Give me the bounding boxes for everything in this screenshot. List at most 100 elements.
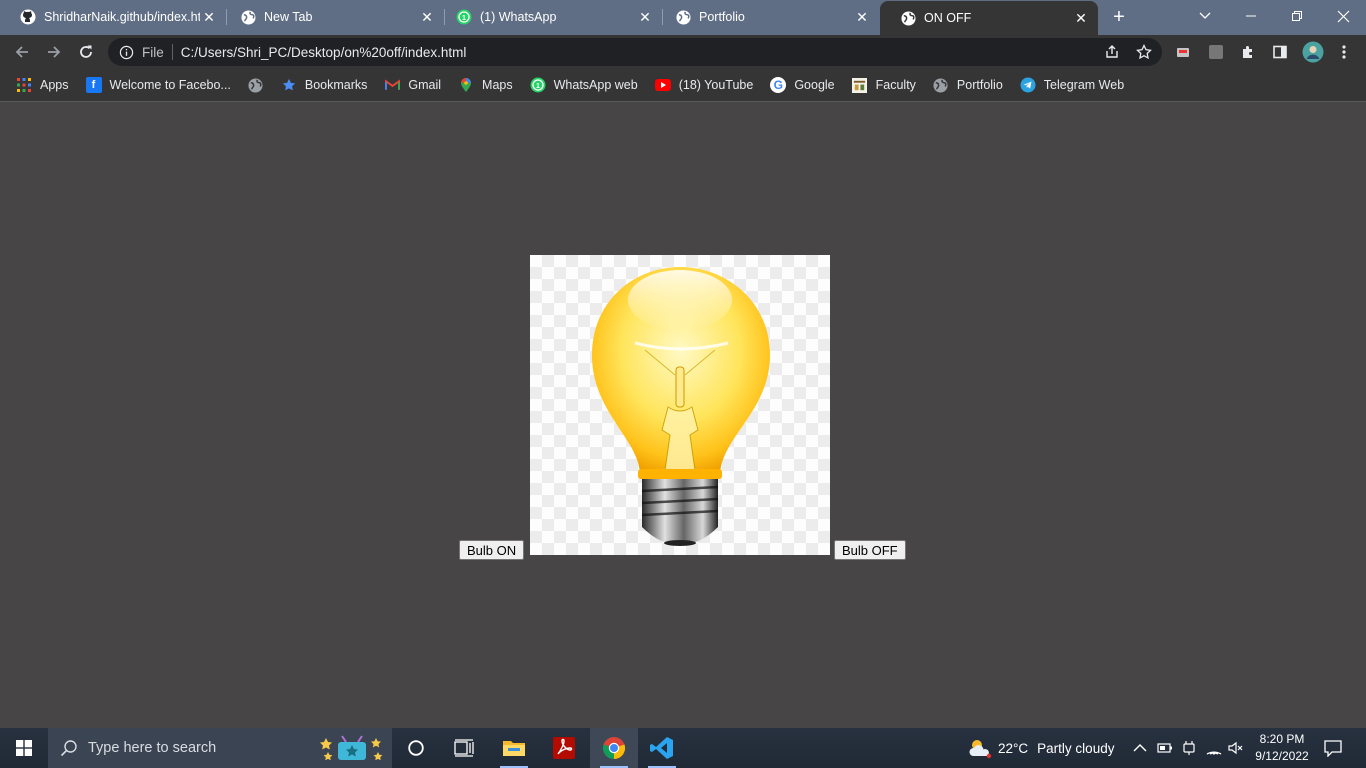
network-indicator[interactable]: [1206, 728, 1222, 768]
browser-toolbar: File C:/Users/Shri_PC/Desktop/on%20off/i…: [0, 35, 1366, 69]
globe-icon: [240, 9, 256, 25]
bookmark-google[interactable]: G Google: [770, 77, 835, 93]
search-icon: [60, 740, 77, 757]
task-view-button[interactable]: [440, 728, 488, 768]
volume-indicator[interactable]: [1228, 728, 1244, 768]
extension-cast-icon[interactable]: [1173, 42, 1193, 62]
apps-grid-icon: [16, 77, 32, 93]
system-clock[interactable]: 8:20 PM 9/12/2022: [1248, 731, 1316, 765]
bulb-off-button[interactable]: Bulb OFF: [834, 540, 906, 560]
extension-gray-icon[interactable]: [1206, 42, 1226, 62]
tab-search-button[interactable]: [1182, 0, 1228, 32]
facebook-icon: f: [85, 77, 102, 93]
tab-title: Portfolio: [699, 10, 745, 24]
youtube-icon: [654, 77, 671, 93]
reload-button[interactable]: [73, 39, 99, 65]
bookmark-star-icon[interactable]: [1134, 42, 1154, 62]
bulb-on-button[interactable]: Bulb ON: [459, 540, 525, 560]
chrome-icon: [602, 737, 626, 760]
show-hidden-icons-button[interactable]: [1133, 728, 1147, 768]
bookmark-maps[interactable]: Maps: [458, 77, 513, 93]
notification-center-button[interactable]: [1324, 728, 1342, 768]
weather-description: Partly cloudy: [1037, 740, 1115, 756]
tab-new-tab[interactable]: New Tab ✕: [220, 0, 444, 34]
faculty-icon: [852, 77, 868, 93]
forward-button[interactable]: [41, 39, 67, 65]
maps-pin-icon: [458, 77, 474, 93]
bookmark-youtube[interactable]: (18) YouTube: [654, 77, 753, 93]
plug-icon: [1183, 741, 1195, 755]
search-placeholder: Type here to search: [88, 740, 217, 756]
taskbar-search[interactable]: Type here to search: [48, 728, 392, 768]
vscode-button[interactable]: [638, 728, 686, 768]
bookmark-label: Welcome to Facebo...: [109, 78, 231, 92]
tab-on-off[interactable]: ON OFF ✕: [880, 1, 1098, 35]
wifi-icon: [1206, 751, 1222, 755]
bookmark-portfolio[interactable]: Portfolio: [933, 77, 1003, 93]
bookmark-label: Faculty: [875, 78, 916, 92]
meet-now-indicator[interactable]: [1182, 728, 1196, 768]
profile-avatar[interactable]: [1302, 41, 1324, 63]
close-icon[interactable]: ✕: [200, 8, 218, 26]
info-icon[interactable]: [118, 44, 134, 60]
close-icon[interactable]: ✕: [636, 8, 654, 26]
acrobat-button[interactable]: [540, 728, 588, 768]
divider: [171, 44, 173, 60]
address-bar[interactable]: File C:/Users/Shri_PC/Desktop/on%20off/i…: [108, 38, 1162, 66]
tab-github-index[interactable]: ShridharNaik.github/index.html ✕: [0, 0, 226, 34]
tab-portfolio[interactable]: Portfolio ✕: [655, 0, 879, 34]
minimize-button[interactable]: [1228, 0, 1274, 32]
extensions-puzzle-icon[interactable]: [1238, 42, 1258, 62]
gmail-icon: [384, 77, 400, 93]
tab-title: ShridharNaik.github/index.html: [44, 10, 200, 24]
share-icon[interactable]: [1102, 42, 1122, 62]
battery-indicator[interactable]: [1157, 728, 1173, 768]
bookmark-label: Telegram Web: [1043, 78, 1125, 92]
bookmark-telegram[interactable]: Telegram Web: [1020, 77, 1124, 93]
back-button[interactable]: [9, 39, 35, 65]
bookmark-whatsapp-web[interactable]: 1 WhatsApp web: [530, 77, 638, 93]
bulb-image: [530, 255, 830, 555]
globe-icon: [248, 77, 264, 93]
arrow-right-icon: [48, 46, 61, 58]
start-button[interactable]: [0, 728, 48, 768]
close-window-button[interactable]: [1320, 0, 1366, 32]
light-bulb-icon: [592, 267, 770, 546]
new-tab-button[interactable]: +: [1108, 6, 1130, 28]
bookmark-label: Gmail: [408, 78, 442, 92]
restore-button[interactable]: [1274, 0, 1320, 32]
task-view-icon: [454, 739, 474, 757]
chrome-button[interactable]: [590, 728, 638, 768]
bookmark-faculty[interactable]: Faculty: [852, 77, 916, 93]
svg-text:1: 1: [536, 83, 540, 90]
url-text[interactable]: C:/Users/Shri_PC/Desktop/on%20off/index.…: [181, 45, 467, 60]
windows-taskbar: Type here to search 22°C Partly cloudy 8…: [0, 728, 1366, 768]
notification-icon: [1324, 740, 1342, 757]
bookmark-bookmarks[interactable]: Bookmarks: [281, 77, 368, 93]
bookmark-globe[interactable]: [248, 77, 272, 93]
tab-title: New Tab: [264, 10, 313, 24]
bookmarks-bar: Apps f Welcome to Facebo... Bookmarks Gm…: [0, 69, 1366, 102]
bookmark-apps[interactable]: Apps: [16, 77, 69, 93]
scheme-label: File: [142, 44, 164, 60]
bookmark-gmail[interactable]: Gmail: [384, 77, 441, 93]
cortana-button[interactable]: [392, 728, 440, 768]
more-menu-icon[interactable]: [1334, 42, 1354, 62]
clock-date: 9/12/2022: [1255, 749, 1309, 763]
file-explorer-button[interactable]: [490, 728, 538, 768]
vscode-icon: [650, 737, 673, 759]
chevron-up-icon: [1133, 744, 1147, 752]
side-panel-icon[interactable]: [1270, 42, 1290, 62]
whatsapp-icon: 1: [456, 9, 472, 25]
bookmark-facebook[interactable]: f Welcome to Facebo...: [85, 77, 231, 93]
close-icon[interactable]: ✕: [853, 8, 871, 26]
svg-text:1: 1: [462, 15, 466, 22]
partly-cloudy-icon: [969, 740, 992, 759]
tab-whatsapp[interactable]: 1 (1) WhatsApp ✕: [436, 0, 662, 34]
weather-temp: 22°C: [998, 740, 1029, 756]
bookmark-label: Bookmarks: [304, 78, 368, 92]
close-icon[interactable]: ✕: [1072, 9, 1090, 27]
weather-widget[interactable]: 22°C Partly cloudy: [968, 728, 1114, 768]
bookmark-label: Portfolio: [956, 78, 1003, 92]
close-icon[interactable]: ✕: [418, 8, 436, 26]
